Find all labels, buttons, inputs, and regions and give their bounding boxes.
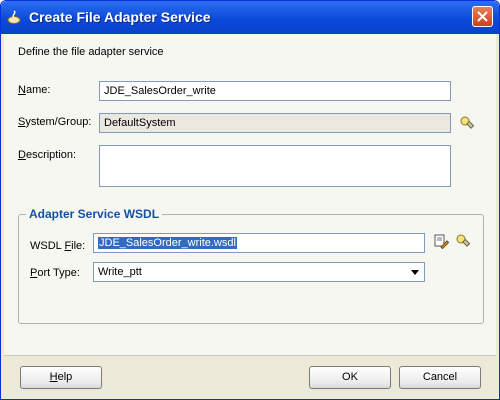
system-group-field: DefaultSystem: [99, 113, 451, 133]
wsdl-file-label-rest: ile:: [71, 240, 86, 252]
intro-text: Define the file adapter service: [18, 46, 164, 58]
ok-button[interactable]: OK: [309, 366, 391, 389]
flashlight-icon: [460, 116, 475, 129]
help-mnemonic: H: [49, 371, 58, 383]
wsdl-edit-button[interactable]: [433, 233, 451, 251]
close-button[interactable]: [472, 6, 493, 27]
chevron-down-icon: [411, 270, 419, 275]
dialog-title: Create File Adapter Service: [29, 9, 211, 25]
wsdl-browse-button[interactable]: [455, 233, 473, 251]
wsdl-file-label-pre: WSDL: [30, 240, 65, 252]
adapter-service-wsdl-title: Adapter Service WSDL: [26, 207, 163, 221]
system-group-label: System/Group:: [18, 116, 91, 128]
dialog-window: Create File Adapter Service Define the f…: [0, 0, 500, 400]
dialog-content: Define the file adapter service Name: JD…: [4, 34, 496, 396]
name-label-rest: ame:: [25, 84, 51, 96]
close-icon: [477, 11, 488, 22]
port-type-label: Port Type:: [30, 267, 80, 279]
name-label-mnemonic: N: [18, 84, 26, 96]
title-bar: Create File Adapter Service: [1, 1, 499, 34]
edit-document-icon: [434, 234, 450, 250]
form-panel: Define the file adapter service Name: JD…: [4, 34, 496, 356]
system-group-browse-button[interactable]: [459, 115, 477, 133]
port-type-select[interactable]: Write_ptt: [93, 262, 425, 282]
flashlight-icon: [456, 234, 471, 247]
name-input[interactable]: JDE_SalesOrder_write: [99, 81, 451, 101]
wsdl-file-input[interactable]: JDE_SalesOrder_write.wsdl: [93, 233, 425, 253]
help-button[interactable]: Help: [20, 366, 102, 389]
description-label: Description:: [18, 149, 76, 161]
name-label: Name:: [18, 84, 50, 96]
port-type-label-rest: ort Type:: [37, 267, 80, 279]
description-label-mnemonic: D: [18, 149, 26, 161]
cancel-button[interactable]: Cancel: [399, 366, 481, 389]
port-type-value: Write_ptt: [98, 266, 142, 278]
wsdl-file-selected-text: JDE_SalesOrder_write.wsdl: [97, 236, 238, 250]
system-group-label-rest: ystem/Group:: [25, 116, 92, 128]
help-rest: elp: [57, 371, 73, 383]
wsdl-file-label: WSDL File:: [30, 240, 85, 252]
description-textarea[interactable]: [99, 145, 451, 187]
description-label-rest: escription:: [25, 149, 77, 161]
dialog-app-icon: [6, 9, 22, 25]
